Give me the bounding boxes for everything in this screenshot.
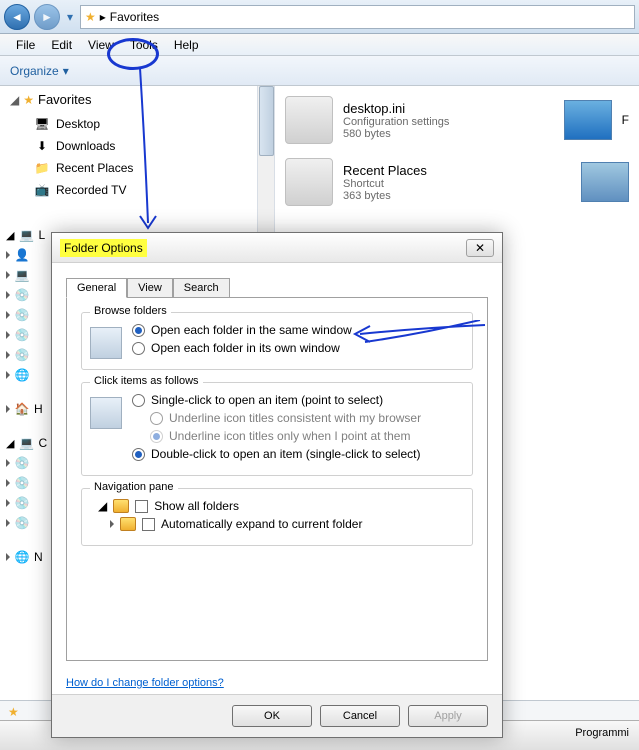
folder-icon [120,517,136,531]
ok-button[interactable]: OK [232,705,312,727]
folder-options-dialog: Folder Options ✕ General View Search Bro… [51,232,503,738]
radio-label: Underline icon titles only when I point … [169,429,410,443]
back-button[interactable]: ◄ [4,4,30,30]
sidebar-item[interactable]: ⬇Downloads [0,135,274,157]
forward-button[interactable]: ► [34,4,60,30]
file-item[interactable]: desktop.ini Configuration settings 580 b… [285,96,629,144]
radio-double-click[interactable] [132,448,145,461]
click-icon [90,397,122,429]
menu-edit[interactable]: Edit [43,36,80,54]
tab-general[interactable]: General [66,278,127,298]
thumbnail [581,162,629,202]
file-item[interactable]: Recent Places Shortcut 363 bytes [285,158,629,206]
favorites-icon: ★ [85,10,96,24]
group-legend: Navigation pane [90,481,178,493]
group-click-items: Click items as follows Single-click to o… [81,382,473,476]
group-legend: Browse folders [90,305,171,317]
group-nav-pane: Navigation pane ◢ Show all folders Autom… [81,488,473,546]
group-legend: Click items as follows [90,375,203,387]
tab-panel-general: Browse folders Open each folder in the s… [66,297,488,661]
group-browse-folders: Browse folders Open each folder in the s… [81,312,473,370]
breadcrumb-sep: ▸ [100,10,106,24]
apply-button[interactable]: Apply [408,705,488,727]
radio-label: Open each folder in the same window [151,323,352,337]
radio-label: Underline icon titles consistent with my… [169,411,421,425]
menu-bar: File Edit View Tools Help [0,34,639,56]
shortcut-icon [285,158,333,206]
checkbox-auto-expand[interactable] [142,518,155,531]
recorded-tv-icon: 📺 [34,182,50,198]
sidebar-item[interactable]: 📁Recent Places [0,157,274,179]
history-dropdown[interactable]: ▾ [64,7,76,27]
browse-icon [90,327,122,359]
tab-view[interactable]: View [127,278,173,298]
taskbar-item[interactable]: Programmi [575,727,629,739]
help-link[interactable]: How do I change folder options? [66,677,224,689]
ini-file-icon [285,96,333,144]
scrollbar-thumb[interactable] [259,86,274,156]
radio-label: Single-click to open an item (point to s… [151,393,383,407]
desktop-icon: 🖥 [34,116,50,132]
radio-single-click[interactable] [132,394,145,407]
address-bar[interactable]: ★ ▸ Favorites [80,5,635,29]
nav-bar: ◄ ► ▾ ★ ▸ Favorites [0,0,639,34]
checkbox-label: Show all folders [154,499,239,513]
menu-file[interactable]: File [8,36,43,54]
menu-view[interactable]: View [80,36,122,54]
checkbox-show-all[interactable] [135,500,148,513]
close-button[interactable]: ✕ [466,239,494,257]
downloads-icon: ⬇ [34,138,50,154]
recent-places-icon: 📁 [34,160,50,176]
file-label: F [622,113,629,127]
star-icon: ★ [23,93,34,107]
radio-underline-point [150,430,163,443]
thumbnail [564,100,612,140]
cancel-button[interactable]: Cancel [320,705,400,727]
breadcrumb-location[interactable]: Favorites [110,10,159,24]
radio-own-window[interactable] [132,342,145,355]
radio-label: Open each folder in its own window [151,341,340,355]
radio-same-window[interactable] [132,324,145,337]
dialog-buttons: OK Cancel Apply [52,694,502,737]
menu-tools[interactable]: Tools [122,36,166,54]
checkbox-label: Automatically expand to current folder [161,517,362,531]
dialog-title: Folder Options [60,239,147,257]
radio-label: Double-click to open an item (single-cli… [151,447,420,461]
sidebar-item[interactable]: 🖥Desktop [0,113,274,135]
star-icon: ★ [8,705,19,719]
tab-strip: General View Search [52,263,502,297]
dialog-titlebar[interactable]: Folder Options ✕ [52,233,502,263]
sidebar-item[interactable]: 📺Recorded TV [0,179,274,201]
organize-button[interactable]: Organize▾ [10,64,69,78]
radio-underline-browser [150,412,163,425]
menu-help[interactable]: Help [166,36,207,54]
tab-search[interactable]: Search [173,278,230,298]
sidebar-favorites-header[interactable]: ◢★ Favorites [0,86,274,113]
folder-icon [113,499,129,513]
command-bar: Organize▾ [0,56,639,86]
